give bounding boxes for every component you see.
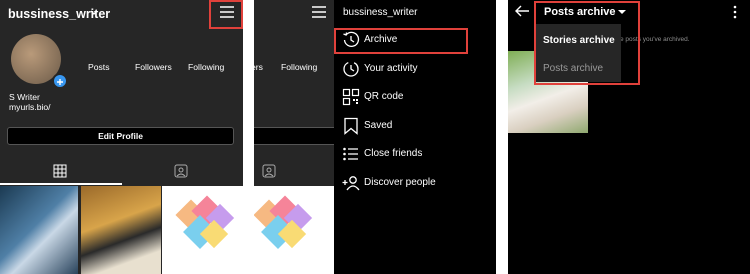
active-tab-indicator: [0, 183, 122, 185]
tagged-icon[interactable]: [174, 164, 188, 178]
menu-item-label: Discover people: [364, 177, 436, 188]
activity-icon: [343, 61, 359, 77]
bio-link[interactable]: myurls.bio/: [9, 102, 51, 112]
grid-icon[interactable]: [53, 164, 67, 178]
menu-item-discover-people[interactable]: Discover people: [342, 172, 482, 196]
edit-profile-label: Edit Profile: [98, 131, 143, 141]
bookmark-icon: [344, 117, 358, 135]
menu-username: bussiness_writer: [343, 7, 418, 18]
menu-item-close-friends[interactable]: Close friends: [342, 143, 482, 167]
profile-screen-partial: ers Following: [254, 0, 334, 274]
tagged-icon[interactable]: [262, 164, 276, 178]
edit-profile-button[interactable]: Edit Profile: [7, 127, 234, 145]
menu-item-label: QR code: [364, 91, 404, 102]
hamburger-menu-icon[interactable]: [311, 5, 327, 19]
chevron-down-icon[interactable]: [90, 10, 98, 16]
profile-name: S Writer: [9, 92, 40, 102]
menu-item-label: Your activity: [364, 63, 418, 74]
following-count-label[interactable]: Following: [281, 62, 317, 72]
add-person-icon: [342, 176, 360, 191]
menu-item-your-activity[interactable]: Your activity: [342, 58, 482, 82]
close-friends-list-icon: [343, 147, 358, 161]
highlight-box-dropdown: [534, 1, 640, 85]
following-count-label[interactable]: Following: [188, 62, 224, 72]
archive-screen: Posts archive e posts you've archived. S…: [508, 0, 750, 274]
followers-count-label[interactable]: ers: [254, 62, 263, 72]
highlight-box-menu: [209, 0, 243, 29]
posts-count-label[interactable]: Posts: [88, 62, 110, 72]
menu-item-label: Close friends: [364, 148, 423, 159]
followers-count-label[interactable]: Followers: [135, 62, 172, 72]
profile-screen: bussiness_writer Posts Followers Followi…: [0, 0, 243, 274]
post-thumbnail[interactable]: [254, 186, 334, 274]
menu-item-label: Saved: [364, 120, 393, 131]
more-options-icon[interactable]: [732, 5, 738, 19]
post-thumbnail[interactable]: [81, 186, 161, 274]
menu-item-saved[interactable]: Saved: [342, 115, 482, 139]
highlight-box-archive: [334, 28, 468, 54]
qr-code-icon: [342, 88, 360, 106]
menu-item-qr-code[interactable]: QR code: [342, 86, 482, 110]
back-arrow-icon[interactable]: [514, 4, 530, 18]
post-thumbnail[interactable]: [162, 186, 243, 274]
side-menu: bussiness_writer Archive Your activity Q…: [334, 0, 496, 274]
add-story-icon[interactable]: [52, 73, 68, 89]
edit-profile-button[interactable]: [254, 127, 334, 145]
post-thumbnail[interactable]: [0, 186, 78, 274]
